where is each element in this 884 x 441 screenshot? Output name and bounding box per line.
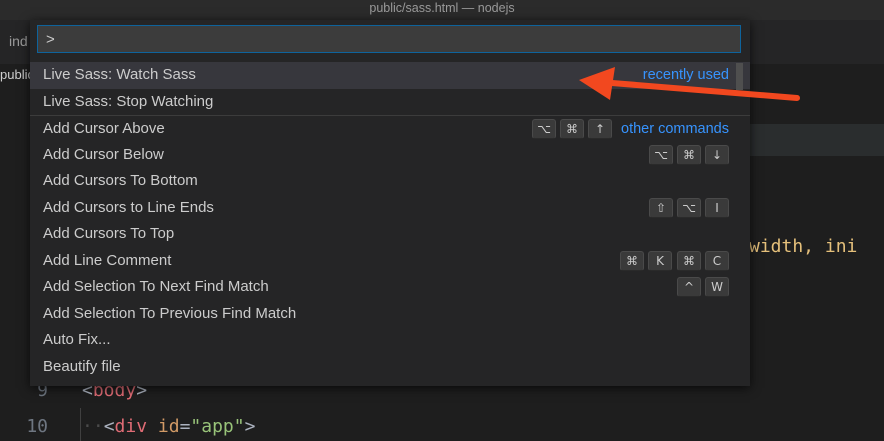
annotation-arrow-icon — [579, 67, 800, 101]
